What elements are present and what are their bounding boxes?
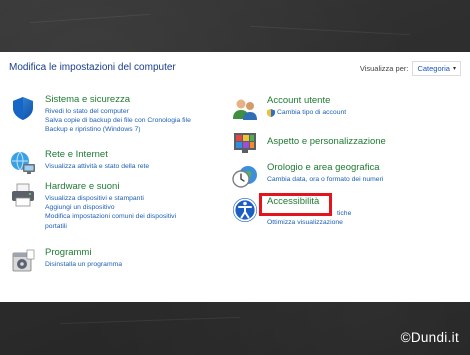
chalk-scratch xyxy=(60,316,240,325)
view-by-dropdown[interactable]: Categoria ▾ xyxy=(412,61,461,76)
link-review-status[interactable]: Rivedi lo stato del computer xyxy=(45,107,191,116)
link-file-history[interactable]: Salva copie di backup dei file con Crono… xyxy=(45,116,191,125)
uac-shield-icon xyxy=(267,108,275,117)
category-system-security: Sistema e sicurezza Rivedi lo stato del … xyxy=(9,94,191,135)
link-optimize-display[interactable]: Ottimizza visualizzazione xyxy=(267,218,351,227)
users-icon[interactable] xyxy=(231,95,259,123)
shield-icon[interactable] xyxy=(9,94,37,122)
view-by-control: Visualizza per: Categoria ▾ xyxy=(360,61,461,76)
watermark: ©Dundi.it xyxy=(400,330,459,345)
accessibility-icon[interactable] xyxy=(231,196,259,224)
appearance-icon[interactable] xyxy=(231,128,259,156)
chalk-scratch xyxy=(250,25,410,36)
programs-icon[interactable] xyxy=(9,247,37,275)
link-change-account-type-label: Cambia tipo di account xyxy=(277,109,347,116)
control-panel-window: Modifica le impostazioni del computer Vi… xyxy=(0,52,470,302)
category-title-programs[interactable]: Programmi xyxy=(45,247,122,259)
link-devices-printers[interactable]: Visualizza dispositivi e stampanti xyxy=(45,194,176,203)
page-title: Modifica le impostazioni del computer xyxy=(9,62,176,73)
category-hardware-sound: Hardware e suoni Visualizza dispositivi … xyxy=(9,181,176,231)
category-network-internet: Rete e Internet Visualizza attività e st… xyxy=(9,149,149,177)
chalk-scratch xyxy=(30,13,150,24)
link-add-device[interactable]: Aggiungi un dispositivo xyxy=(45,203,176,212)
link-change-date-time[interactable]: Cambia data, ora o formato dei numeri xyxy=(267,175,383,184)
link-mobility-settings[interactable]: Modifica impostazioni comuni dei disposi… xyxy=(45,212,176,221)
link-network-status[interactable]: Visualizza attività e stato della rete xyxy=(45,162,149,171)
category-title-hardware-sound[interactable]: Hardware e suoni xyxy=(45,181,176,193)
category-title-network-internet[interactable]: Rete e Internet xyxy=(45,149,149,161)
category-title-clock-region[interactable]: Orologio e area geografica xyxy=(267,162,383,174)
link-uninstall-program[interactable]: Disinstalla un programma xyxy=(45,260,122,269)
link-mobility-settings-cont[interactable]: portatili xyxy=(45,222,176,231)
view-by-label: Visualizza per: xyxy=(359,64,409,73)
chevron-down-icon: ▾ xyxy=(452,66,456,72)
link-change-account-type[interactable]: Cambia tipo di account xyxy=(267,108,346,117)
category-clock-region: Orologio e area geografica Cambia data, … xyxy=(231,162,383,190)
category-appearance: Aspetto e personalizzazione xyxy=(231,128,386,156)
link-backup-restore[interactable]: Backup e ripristino (Windows 7) xyxy=(45,125,191,134)
view-by-value: Categoria xyxy=(417,64,450,73)
printer-icon[interactable] xyxy=(9,181,37,209)
category-title-system-security[interactable]: Sistema e sicurezza xyxy=(45,94,191,106)
category-title-user-accounts[interactable]: Account utente xyxy=(267,95,346,107)
category-title-appearance[interactable]: Aspetto e personalizzazione xyxy=(267,136,386,148)
category-programs: Programmi Disinstalla un programma xyxy=(9,247,122,275)
clock-globe-icon[interactable] xyxy=(231,162,259,190)
highlight-box xyxy=(259,193,332,216)
network-icon[interactable] xyxy=(9,149,37,177)
category-user-accounts: Account utente Cambia tipo di account xyxy=(231,95,346,123)
